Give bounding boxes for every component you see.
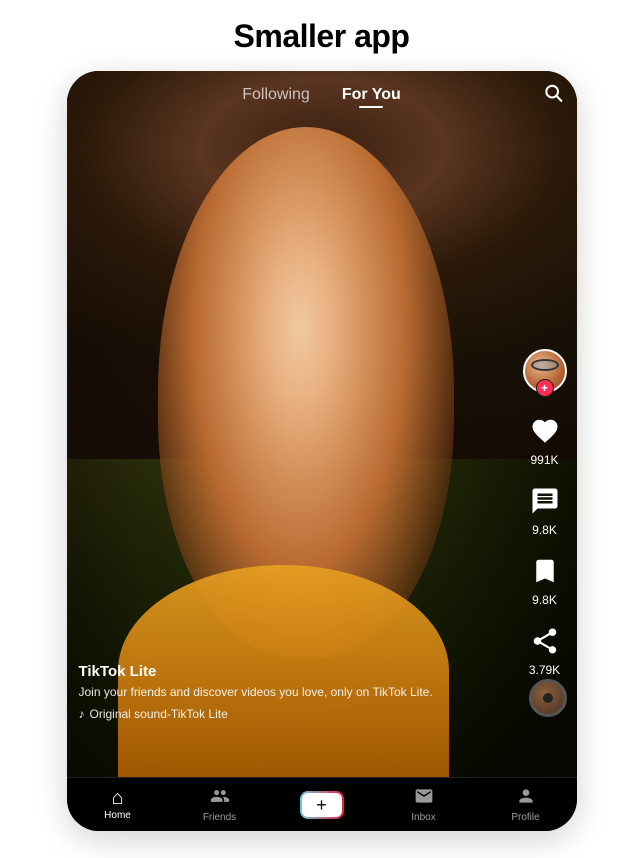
- friends-icon: [210, 786, 230, 810]
- nav-item-home[interactable]: ⌂ Home: [67, 788, 169, 821]
- home-icon: ⌂: [111, 788, 123, 808]
- nav-tabs: Following For You: [226, 78, 417, 112]
- profile-label: Profile: [511, 812, 539, 823]
- bookmark-icon: [525, 551, 565, 591]
- search-button[interactable]: [543, 83, 563, 108]
- video-area: Following For You +: [67, 71, 577, 777]
- device-frame: Following For You +: [67, 71, 577, 831]
- page-title-text: Smaller app: [234, 18, 410, 55]
- save-count: 9.8K: [532, 593, 557, 607]
- like-action[interactable]: 991K: [525, 411, 565, 467]
- comment-count: 9.8K: [532, 523, 557, 537]
- share-action[interactable]: 3.79K: [525, 621, 565, 677]
- inbox-icon: [414, 786, 434, 810]
- nav-item-profile[interactable]: Profile: [475, 786, 577, 823]
- content-description: Join your friends and discover videos yo…: [79, 684, 517, 701]
- right-actions: + 991K 9.8K 9.8K: [523, 349, 567, 677]
- inbox-label: Inbox: [411, 812, 435, 823]
- for-you-tab[interactable]: For You: [326, 78, 417, 112]
- comment-action[interactable]: 9.8K: [525, 481, 565, 537]
- content-info: TikTok Lite Join your friends and discov…: [79, 663, 517, 721]
- save-action[interactable]: 9.8K: [525, 551, 565, 607]
- content-sound: ♪ Original sound-TikTok Lite: [79, 707, 517, 721]
- nav-item-friends[interactable]: Friends: [169, 786, 271, 823]
- following-tab[interactable]: Following: [226, 78, 326, 112]
- profile-icon: [516, 786, 536, 810]
- avatar-glasses-icon: [531, 359, 559, 371]
- follow-plus-button[interactable]: +: [536, 379, 554, 397]
- share-icon: [525, 621, 565, 661]
- sound-disc-inner: [543, 693, 553, 703]
- content-username: TikTok Lite: [79, 663, 517, 680]
- home-label: Home: [104, 810, 131, 821]
- sound-name: Original sound-TikTok Lite: [90, 707, 228, 721]
- music-note-icon: ♪: [79, 707, 85, 721]
- comment-icon: [525, 481, 565, 521]
- bottom-nav: ⌂ Home Friends + Inbox: [67, 777, 577, 831]
- friends-label: Friends: [203, 812, 236, 823]
- share-count: 3.79K: [529, 663, 560, 677]
- avatar-container[interactable]: +: [523, 349, 567, 393]
- like-icon: [525, 411, 565, 451]
- sound-disc: [529, 679, 567, 717]
- plus-icon: +: [316, 796, 327, 814]
- nav-item-inbox[interactable]: Inbox: [373, 786, 475, 823]
- add-button[interactable]: +: [300, 791, 344, 819]
- like-count: 991K: [530, 453, 558, 467]
- top-nav: Following For You: [67, 71, 577, 119]
- nav-item-add[interactable]: +: [271, 791, 373, 819]
